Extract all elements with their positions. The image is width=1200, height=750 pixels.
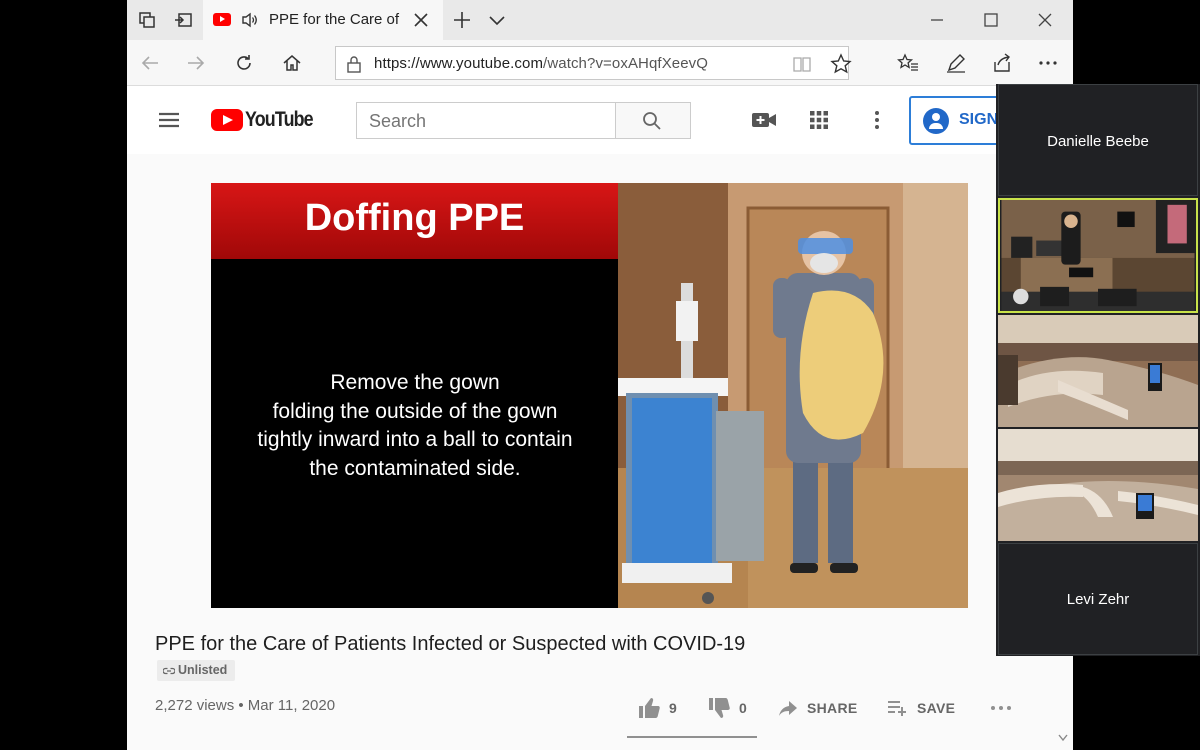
slide-line: tightly inward into a ball to contain [257, 428, 573, 451]
new-tab-icon[interactable] [451, 9, 473, 31]
video-camera-icon[interactable] [751, 110, 777, 130]
like-count: 9 [669, 700, 678, 716]
participant-video-speaker[interactable] [998, 198, 1198, 313]
participant-name: Levi Zehr [1066, 591, 1130, 608]
vertical-dots-icon[interactable] [867, 110, 887, 130]
search-icon [643, 112, 661, 130]
browser-toolbar: https://www.youtube.com/watch?v=oxAHqfXe… [127, 40, 1073, 86]
slide-title: Doffing PPE [304, 197, 525, 239]
youtube-favicon-icon [213, 13, 231, 26]
forward-arrow-icon[interactable] [185, 52, 207, 74]
pen-icon[interactable] [945, 52, 967, 74]
youtube-logo-text: YouTube [245, 108, 314, 131]
favorites-icon[interactable] [897, 52, 919, 74]
tab-active[interactable]: PPE for the Care of [203, 0, 443, 40]
apps-grid-icon[interactable] [809, 110, 829, 130]
share-icon[interactable] [991, 52, 1013, 74]
slide-body: Remove the gown folding the outside of t… [225, 369, 605, 483]
speaker-icon[interactable] [241, 11, 259, 29]
slide-line: Remove the gown [330, 371, 500, 394]
dislike-button[interactable]: 0 [707, 696, 747, 720]
search-box[interactable] [356, 102, 616, 139]
tab-bar: PPE for the Care of [127, 0, 1073, 40]
video-player[interactable]: Doffing PPE Remove the gown folding the … [211, 183, 968, 608]
close-tab-icon[interactable] [411, 10, 431, 30]
tab-title: PPE for the Care of [269, 11, 400, 28]
refresh-icon[interactable] [233, 52, 255, 74]
address-bar[interactable]: https://www.youtube.com/watch?v=oxAHqfXe… [335, 46, 852, 80]
share-arrow-icon [779, 701, 797, 716]
star-icon[interactable] [830, 53, 852, 75]
back-arrow-icon[interactable] [139, 52, 161, 74]
youtube-logo[interactable]: YouTube [211, 108, 314, 132]
browser-window: PPE for the Care of https://www.youtube.… [127, 0, 1073, 750]
chevron-down-icon[interactable] [487, 10, 507, 30]
more-actions-icon[interactable] [989, 700, 1013, 716]
url-host: https://www.youtube.com [374, 55, 544, 72]
menu-icon[interactable] [157, 110, 181, 130]
like-button[interactable]: 9 [637, 696, 677, 720]
reading-view-icon[interactable] [792, 54, 812, 74]
search-input[interactable] [369, 111, 599, 132]
search-button[interactable] [616, 102, 691, 139]
participant-name: Danielle Beebe [1047, 133, 1149, 150]
set-aside-tabs-icon[interactable] [135, 8, 159, 32]
url-path: /watch?v=oxAHqfXeevQ [543, 55, 709, 72]
scroll-down-icon[interactable] [1058, 734, 1068, 742]
video-scene-image [618, 183, 968, 608]
youtube-logo-icon [211, 109, 243, 131]
close-window-icon[interactable] [1035, 10, 1055, 30]
slide-line: the contaminated side. [309, 456, 521, 480]
share-label: SHARE [807, 700, 858, 716]
youtube-header: YouTube SIGN [127, 86, 1073, 154]
account-icon [923, 108, 949, 134]
participant-video-room-1[interactable] [998, 315, 1198, 427]
unlisted-badge: Unlisted [157, 660, 236, 681]
slide-line: folding the outside of the gown [272, 399, 558, 423]
playlist-add-icon [888, 701, 906, 716]
save-button[interactable]: SAVE [887, 696, 955, 720]
participant-video-room-2[interactable] [998, 429, 1198, 541]
views-date: 2,272 views • Mar 11, 2020 [155, 697, 336, 714]
video-title: PPE for the Care of Patients Infected or… [155, 633, 746, 655]
like-ratio-bar [627, 736, 757, 738]
maximize-icon[interactable] [981, 10, 1001, 30]
minimize-icon[interactable] [927, 10, 947, 30]
save-label: SAVE [917, 700, 956, 716]
participant-tile[interactable]: Danielle Beebe [998, 84, 1198, 196]
more-icon[interactable] [1037, 52, 1059, 74]
slide-banner: Doffing PPE [211, 183, 618, 259]
home-icon[interactable] [281, 52, 303, 74]
thumbs-down-icon [709, 698, 730, 718]
participant-tile[interactable]: Levi Zehr [998, 543, 1198, 655]
link-icon [162, 667, 176, 675]
url-text[interactable]: https://www.youtube.com/watch?v=oxAHqfXe… [374, 55, 708, 72]
participants-panel: Danielle Beebe Levi Zehr [996, 84, 1200, 656]
thumbs-up-icon [639, 698, 660, 718]
share-button[interactable]: SHARE [777, 696, 858, 720]
lock-icon[interactable] [346, 55, 362, 73]
unlisted-label: Unlisted [178, 663, 228, 677]
dislike-count: 0 [739, 700, 748, 716]
sign-in-label: SIGN [959, 111, 999, 128]
tabs-aside-icon[interactable] [171, 8, 195, 32]
